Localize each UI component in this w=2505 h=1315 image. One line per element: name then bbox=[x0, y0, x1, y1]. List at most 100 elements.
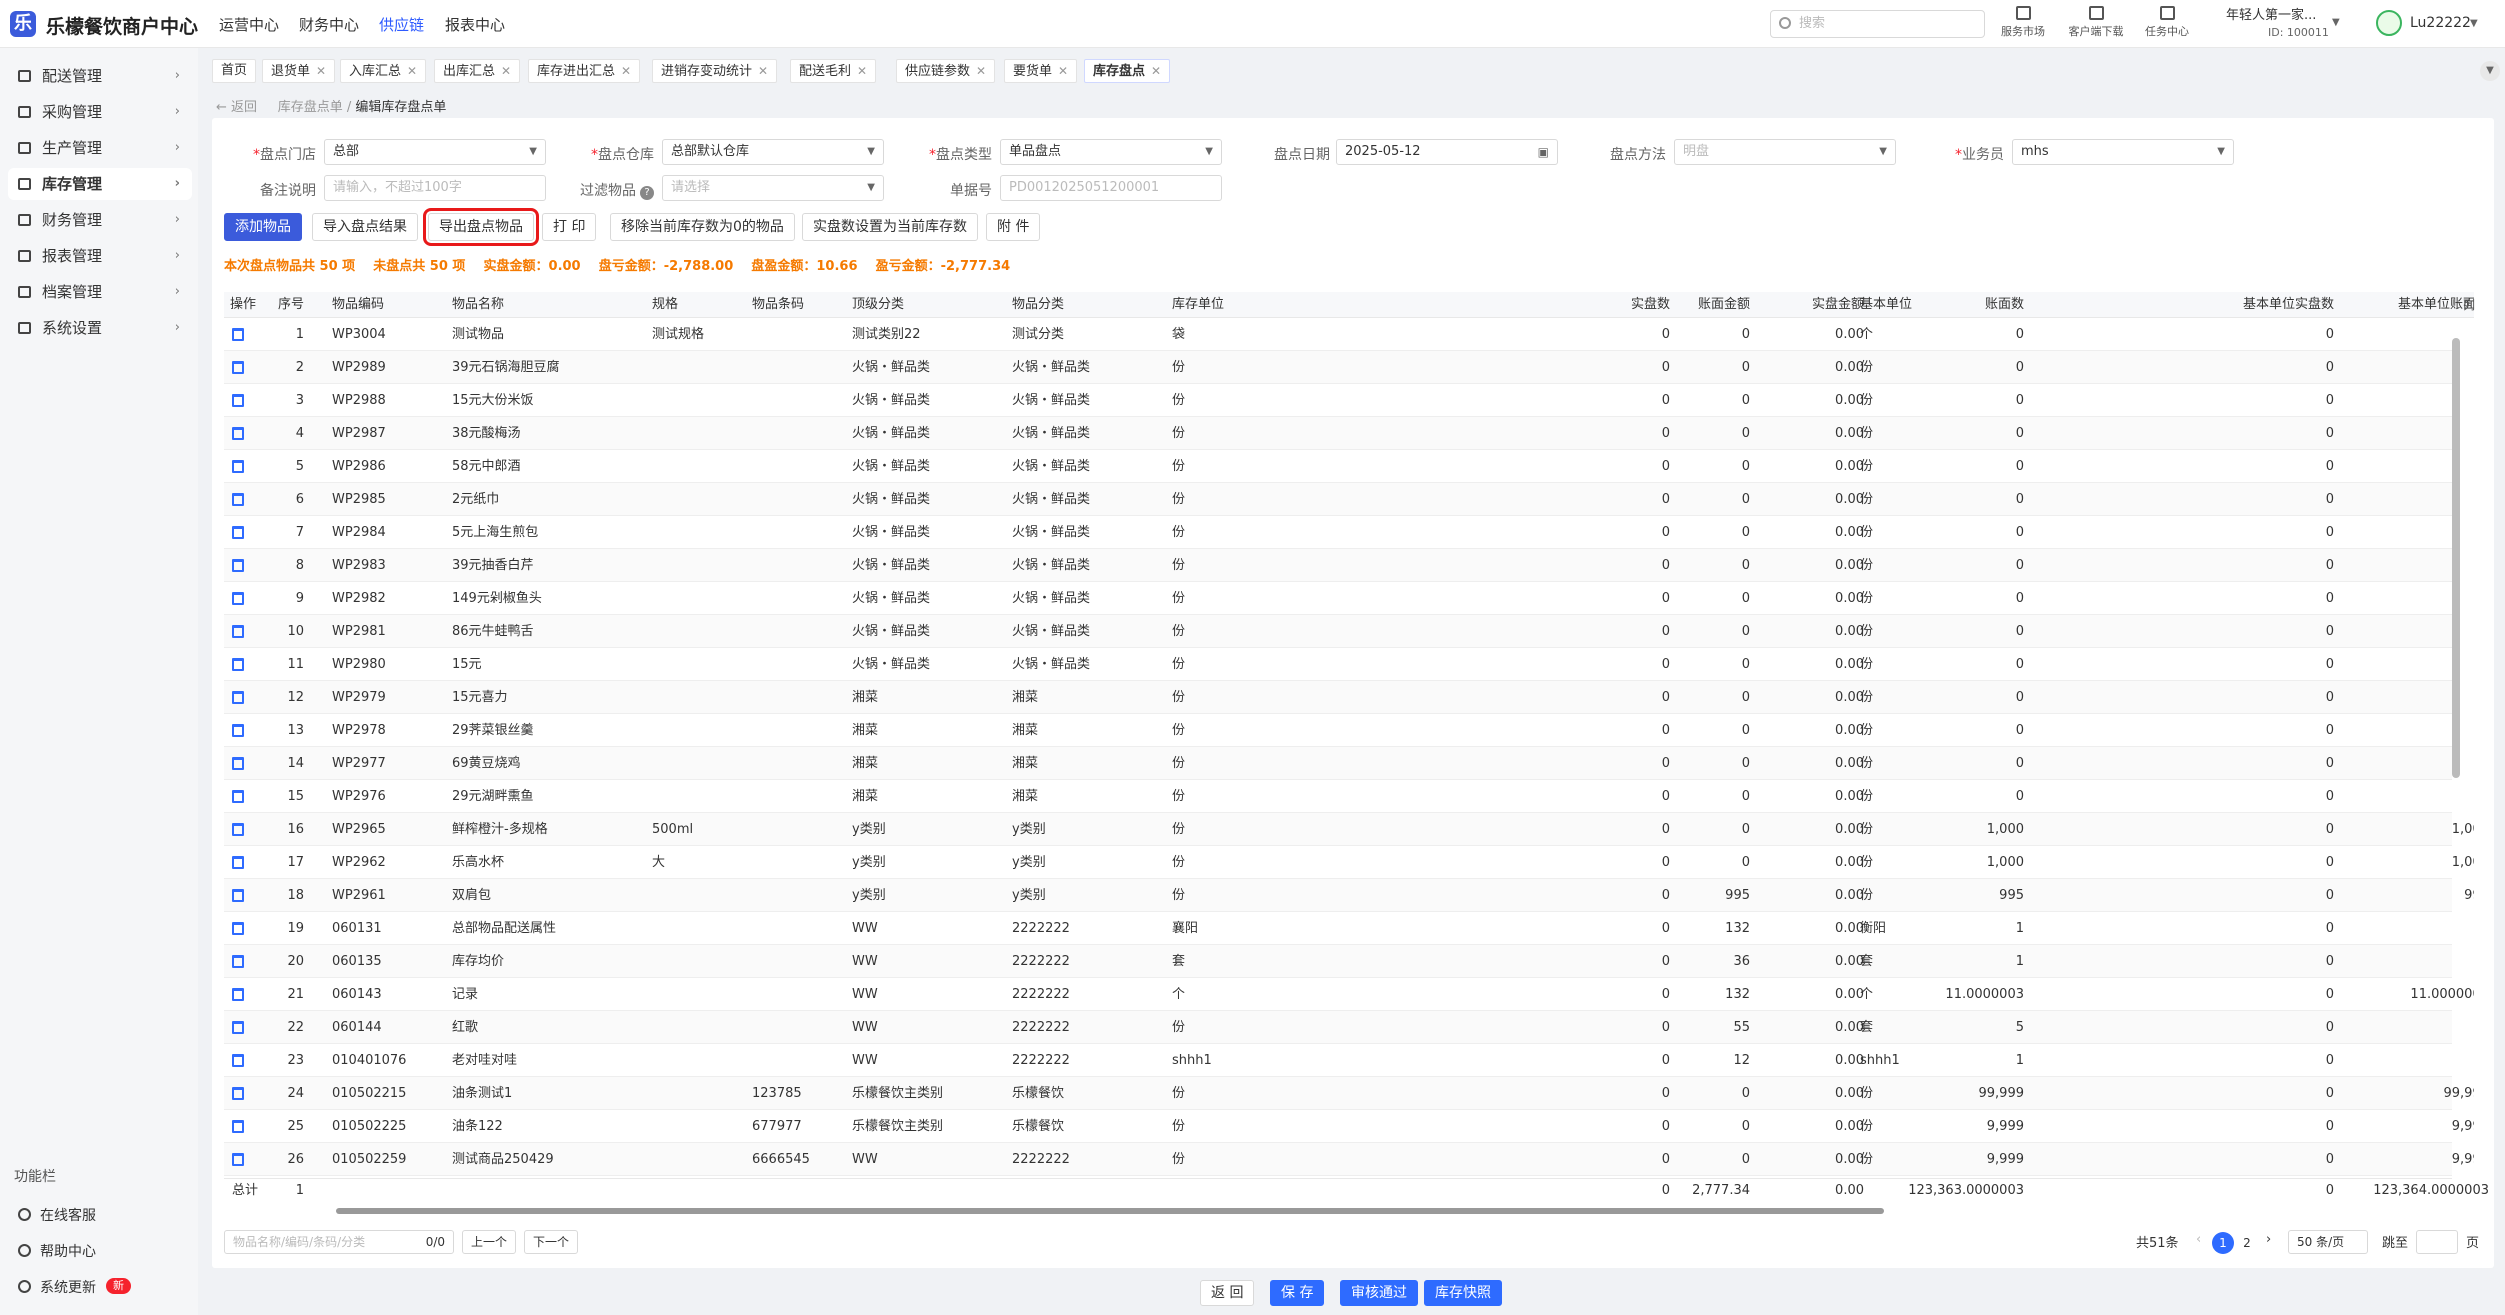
page-2[interactable]: 2 bbox=[2236, 1232, 2258, 1254]
tab-stock-io[interactable]: 库存进出汇总 ✕ bbox=[528, 59, 641, 83]
filter-select[interactable]: 请选择 ▼ bbox=[662, 175, 884, 201]
type-select[interactable]: 单品盘点 ▼ bbox=[1000, 139, 1222, 165]
trash-icon[interactable] bbox=[232, 1153, 244, 1166]
nav-report[interactable]: 报表中心 bbox=[445, 14, 505, 35]
approve-button[interactable]: 审核通过 bbox=[1340, 1280, 1418, 1306]
trash-icon[interactable] bbox=[232, 1054, 244, 1067]
stock-snapshot-button[interactable]: 库存快照 bbox=[1424, 1280, 1502, 1306]
breadcrumb-parent[interactable]: 库存盘点单 bbox=[278, 100, 343, 115]
chevron-down-icon[interactable]: ▼ bbox=[2332, 17, 2340, 28]
remark-input[interactable]: 请输入，不超过100字 bbox=[324, 175, 546, 201]
help-center-link[interactable]: 帮助中心 bbox=[18, 1241, 96, 1261]
trash-icon[interactable] bbox=[232, 526, 244, 539]
nav-supply[interactable]: 供应链 bbox=[379, 14, 424, 35]
avatar[interactable] bbox=[2376, 10, 2402, 36]
tab-inventory-change[interactable]: 进销存变动统计 ✕ bbox=[652, 59, 778, 83]
page-size-select[interactable]: 50 条/页 bbox=[2288, 1230, 2368, 1254]
column-header[interactable]: 物品分类 bbox=[1012, 292, 1172, 318]
trash-icon[interactable] bbox=[232, 460, 244, 473]
username[interactable]: Lu22222 bbox=[2410, 15, 2471, 31]
tab-outbound[interactable]: 出库汇总 ✕ bbox=[434, 59, 521, 83]
sidebar-item-reports[interactable]: 报表管理 › bbox=[8, 240, 192, 272]
chevron-down-icon[interactable]: ▼ bbox=[2480, 61, 2500, 81]
sidebar-item-purchase[interactable]: 采购管理 › bbox=[8, 96, 192, 128]
jump-input[interactable] bbox=[2416, 1230, 2458, 1254]
trash-icon[interactable] bbox=[232, 757, 244, 770]
trash-icon[interactable] bbox=[232, 658, 244, 671]
service-market-button[interactable]: 服务市场 bbox=[1988, 6, 2058, 39]
back-button[interactable]: 返 回 bbox=[1200, 1280, 1255, 1306]
close-icon[interactable]: ✕ bbox=[621, 64, 631, 78]
column-header[interactable]: 物品名称 bbox=[452, 292, 652, 318]
trash-icon[interactable] bbox=[232, 625, 244, 638]
column-header[interactable]: 规格 bbox=[652, 292, 752, 318]
close-icon[interactable]: ✕ bbox=[501, 64, 511, 78]
trash-icon[interactable] bbox=[232, 823, 244, 836]
sidebar-item-inventory[interactable]: 库存管理 › bbox=[8, 168, 192, 200]
clerk-select[interactable]: mhs ▼ bbox=[2012, 139, 2234, 165]
client-download-button[interactable]: 客户端下载 bbox=[2061, 6, 2131, 39]
trash-icon[interactable] bbox=[232, 592, 244, 605]
tab-requisition[interactable]: 要货单 ✕ bbox=[1004, 59, 1078, 83]
trash-icon[interactable] bbox=[232, 1087, 244, 1100]
column-header[interactable]: 物品条码 bbox=[752, 292, 852, 318]
sidebar-item-delivery[interactable]: 配送管理 › bbox=[8, 60, 192, 92]
next-match-button[interactable]: 下一个 bbox=[524, 1230, 579, 1254]
trash-icon[interactable] bbox=[232, 955, 244, 968]
chevron-down-icon[interactable]: ▼ bbox=[2470, 18, 2478, 29]
nav-ops[interactable]: 运营中心 bbox=[219, 14, 279, 35]
trash-icon[interactable] bbox=[232, 361, 244, 374]
column-header[interactable]: 顶级分类 bbox=[852, 292, 1012, 318]
global-search-input[interactable]: 搜索 bbox=[1770, 10, 1985, 38]
tab-stocktake[interactable]: 库存盘点 ✕ bbox=[1084, 59, 1171, 83]
back-link[interactable]: ← 返回 bbox=[216, 100, 257, 115]
tab-home[interactable]: 首页 bbox=[212, 59, 257, 83]
column-header[interactable]: 基本单位 bbox=[1860, 292, 1970, 318]
prev-match-button[interactable]: 上一个 bbox=[462, 1230, 517, 1254]
company-name[interactable]: 年轻人第一家... bbox=[2226, 4, 2316, 23]
sidebar-item-archive[interactable]: 档案管理 › bbox=[8, 276, 192, 308]
trash-icon[interactable] bbox=[232, 856, 244, 869]
trash-icon[interactable] bbox=[232, 790, 244, 803]
set-actual-to-stock-button[interactable]: 实盘数设置为当前库存数 bbox=[802, 213, 978, 241]
trash-icon[interactable] bbox=[232, 988, 244, 1001]
online-service-link[interactable]: 在线客服 bbox=[18, 1205, 96, 1225]
tab-return[interactable]: 退货单 ✕ bbox=[262, 59, 336, 83]
column-header[interactable]: 库存单位 bbox=[1172, 292, 1322, 318]
trash-icon[interactable] bbox=[232, 427, 244, 440]
close-icon[interactable]: ✕ bbox=[1058, 64, 1068, 78]
add-item-button[interactable]: 添加物品 bbox=[224, 213, 302, 241]
store-select[interactable]: 总部 ▼ bbox=[324, 139, 546, 165]
method-select[interactable]: 明盘 ▼ bbox=[1674, 139, 1896, 165]
export-items-button[interactable]: 导出盘点物品 bbox=[423, 208, 539, 246]
item-search-input[interactable]: 物品名称/编码/条码/分类 0/0 bbox=[224, 1230, 454, 1254]
trash-icon[interactable] bbox=[232, 691, 244, 704]
trash-icon[interactable] bbox=[232, 493, 244, 506]
close-icon[interactable]: ✕ bbox=[407, 64, 417, 78]
tab-delivery-margin[interactable]: 配送毛利 ✕ bbox=[790, 59, 877, 83]
column-header[interactable]: 盘盈数量 bbox=[2324, 292, 2474, 318]
column-header[interactable]: 物品编码 bbox=[332, 292, 452, 318]
system-update-link[interactable]: 系统更新 bbox=[18, 1277, 96, 1297]
trash-icon[interactable] bbox=[232, 394, 244, 407]
vertical-scrollbar[interactable] bbox=[2452, 338, 2460, 778]
task-center-button[interactable]: 任务中心 bbox=[2132, 6, 2202, 39]
trash-icon[interactable] bbox=[232, 1021, 244, 1034]
trash-icon[interactable] bbox=[232, 1120, 244, 1133]
nav-finance[interactable]: 财务中心 bbox=[299, 14, 359, 35]
next-page-icon[interactable]: › bbox=[2266, 1232, 2271, 1247]
close-icon[interactable]: ✕ bbox=[976, 64, 986, 78]
close-icon[interactable]: ✕ bbox=[316, 64, 326, 78]
remove-zero-stock-button[interactable]: 移除当前库存数为0的物品 bbox=[610, 213, 795, 241]
column-settings-button[interactable]: 列 bbox=[2460, 296, 2478, 313]
save-button[interactable]: 保 存 bbox=[1270, 1280, 1325, 1306]
horizontal-scrollbar[interactable] bbox=[336, 1208, 1884, 1214]
sidebar-item-settings[interactable]: 系统设置 › bbox=[8, 312, 192, 344]
prev-page-icon[interactable]: ‹ bbox=[2196, 1232, 2201, 1247]
sidebar-item-production[interactable]: 生产管理 › bbox=[8, 132, 192, 164]
close-icon[interactable]: ✕ bbox=[1151, 64, 1161, 78]
tab-inbound[interactable]: 入库汇总 ✕ bbox=[340, 59, 427, 83]
column-header[interactable]: 序号 bbox=[264, 292, 304, 318]
close-icon[interactable]: ✕ bbox=[758, 64, 768, 78]
trash-icon[interactable] bbox=[232, 724, 244, 737]
